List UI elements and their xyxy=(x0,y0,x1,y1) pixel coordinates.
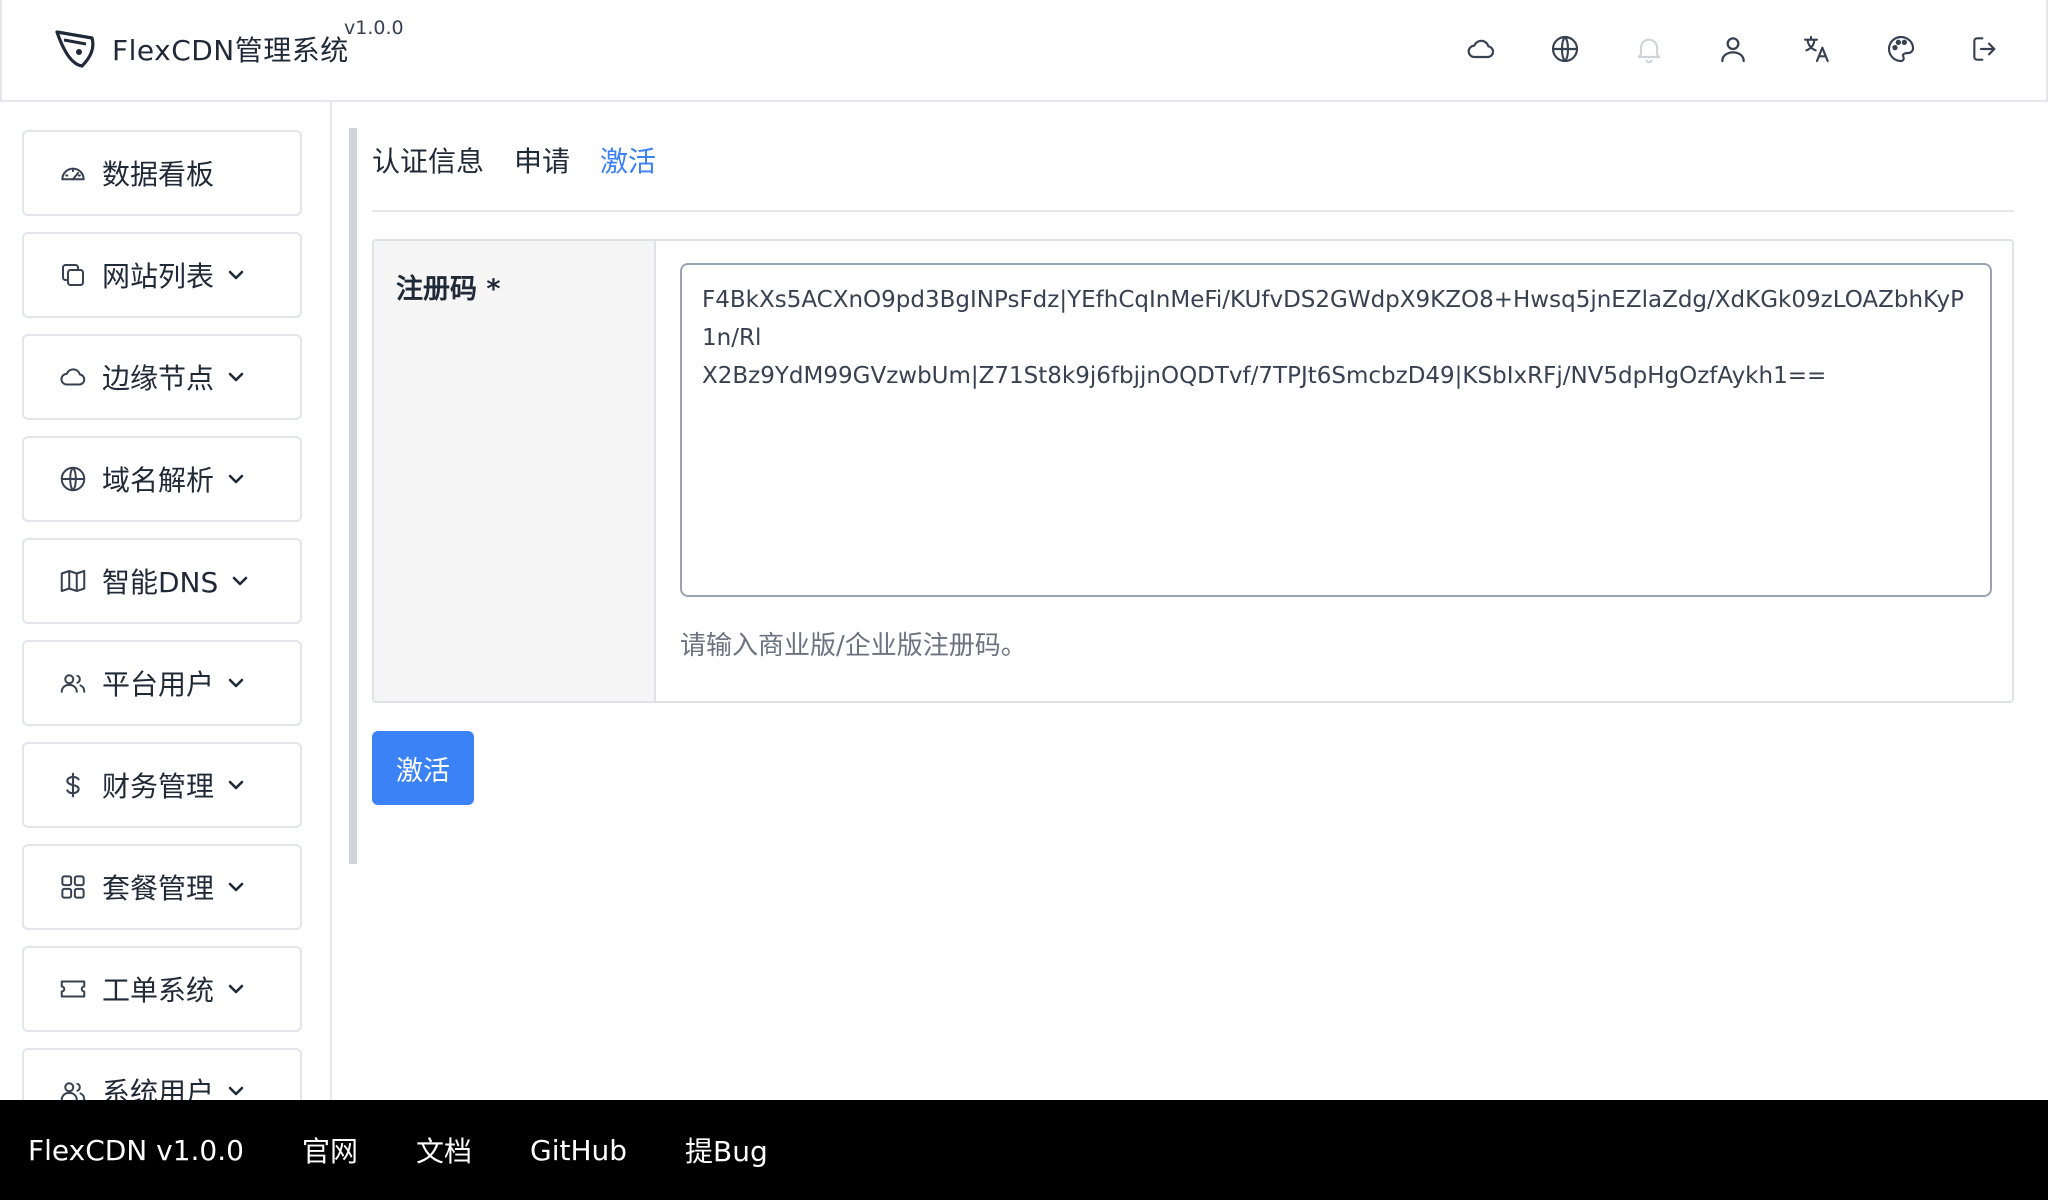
globe-icon[interactable] xyxy=(1544,28,1586,70)
registration-code-input[interactable]: F4BkXs5ACXnO9pd3BgINPsFdz|YEfhCqInMeFi/K… xyxy=(680,263,1992,597)
footer-link-website[interactable]: 官网 xyxy=(302,1130,358,1170)
globe-icon xyxy=(60,466,86,492)
dollar-icon xyxy=(66,772,80,798)
tab-divider xyxy=(372,210,2014,212)
dashboard-icon xyxy=(61,167,85,181)
palette-icon[interactable] xyxy=(1880,28,1922,70)
sidebar-item-platform-users[interactable]: 平台用户 xyxy=(22,640,302,726)
field-hint: 请输入商业版/企业版注册码。 xyxy=(680,631,1027,661)
footer-link-docs[interactable]: 文档 xyxy=(416,1130,472,1170)
activate-button[interactable]: 激活 xyxy=(372,731,474,805)
field-label: 注册码 * xyxy=(396,274,501,305)
top-header: FlexCDN管理系统 v1.0.0 xyxy=(0,0,2048,102)
chevron-down-icon xyxy=(228,882,244,892)
chevron-down-icon xyxy=(228,780,244,790)
ticket-icon xyxy=(60,980,86,998)
footer-link-github[interactable]: GitHub xyxy=(530,1134,627,1167)
users-icon xyxy=(60,674,86,693)
cloud-icon xyxy=(60,368,86,386)
form-label-cell: 注册码 * xyxy=(374,241,656,701)
sidebar-item-label: 数据看板 xyxy=(102,158,215,191)
footer: FlexCDN v1.0.0 官网 文档 GitHub 提Bug xyxy=(0,1100,2048,1200)
user-icon[interactable] xyxy=(1712,28,1754,70)
footer-version: FlexCDN v1.0.0 xyxy=(28,1133,244,1167)
sidebar-item-edge-nodes[interactable]: 边缘节点 xyxy=(22,334,302,420)
chevron-down-icon xyxy=(228,1086,244,1096)
bell-icon[interactable] xyxy=(1628,28,1670,70)
sidebar-item-label: 平台用户 xyxy=(102,668,215,701)
app-version: v1.0.0 xyxy=(344,17,404,39)
sidebar-item-dashboard[interactable]: 数据看板 xyxy=(22,130,302,216)
sidebar-item-label: 财务管理 xyxy=(102,770,215,803)
header-actions xyxy=(1460,28,2006,70)
chevron-down-icon xyxy=(232,576,248,586)
tab-auth-info[interactable]: 认证信息 xyxy=(372,140,484,180)
map-icon xyxy=(60,570,86,592)
sidebar-item-label: 域名解析 xyxy=(102,464,215,497)
sidebar-item-label: 边缘节点 xyxy=(102,362,215,395)
sidebar-item-system-users[interactable]: 系统用户 xyxy=(22,1048,302,1100)
content-rail xyxy=(349,128,357,864)
translate-icon[interactable] xyxy=(1796,28,1838,70)
chevron-down-icon xyxy=(228,474,244,484)
activation-form: 注册码 * F4BkXs5ACXnO9pd3BgINPsFdz|YEfhCqIn… xyxy=(372,239,2014,703)
logo-icon xyxy=(55,30,95,68)
sidebar-item-label: 系统用户 xyxy=(102,1076,215,1100)
sidebar-item-label: 工单系统 xyxy=(102,974,215,1007)
sidebar-item-label: 网站列表 xyxy=(102,260,215,293)
chevron-down-icon xyxy=(228,678,244,688)
chevron-down-icon xyxy=(228,270,244,280)
chevron-down-icon xyxy=(228,372,244,382)
brand[interactable]: FlexCDN管理系统 v1.0.0 xyxy=(52,17,404,72)
tab-apply[interactable]: 申请 xyxy=(514,140,570,180)
tab-activate[interactable]: 激活 xyxy=(600,140,656,180)
logout-icon[interactable] xyxy=(1964,28,2006,70)
grid-icon xyxy=(61,875,85,899)
users-icon xyxy=(60,1082,86,1100)
app-title: FlexCDN管理系统 xyxy=(112,34,349,67)
sidebar-item-domain-resolution[interactable]: 域名解析 xyxy=(22,436,302,522)
sidebar-item-tickets[interactable]: 工单系统 xyxy=(22,946,302,1032)
copy-icon xyxy=(62,264,84,286)
sidebar-item-label: 套餐管理 xyxy=(102,872,215,905)
chevron-down-icon xyxy=(228,984,244,994)
sidebar: 数据看板 网站列表 边缘节点 域名解析 智能DNS 平台用户 财务管理 套餐管理… xyxy=(0,102,332,1100)
sidebar-item-finance[interactable]: 财务管理 xyxy=(22,742,302,828)
tab-bar: 认证信息 申请 激活 xyxy=(372,140,656,180)
footer-link-report-bug[interactable]: 提Bug xyxy=(685,1130,768,1170)
sidebar-item-sites[interactable]: 网站列表 xyxy=(22,232,302,318)
sidebar-item-label: 智能DNS xyxy=(102,566,219,599)
sidebar-item-smart-dns[interactable]: 智能DNS xyxy=(22,538,302,624)
sidebar-item-packages[interactable]: 套餐管理 xyxy=(22,844,302,930)
cloud-icon[interactable] xyxy=(1460,28,1502,70)
